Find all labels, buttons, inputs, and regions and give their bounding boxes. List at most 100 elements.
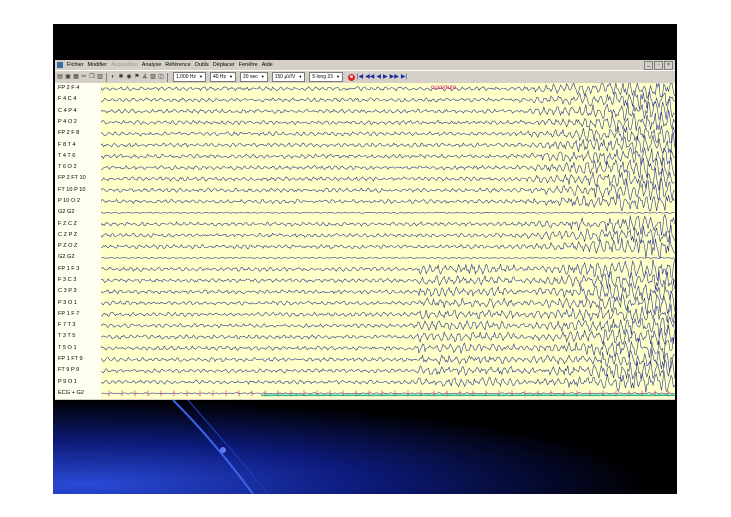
channel-label: C Z P Z	[58, 231, 78, 238]
toolbar-separator	[167, 72, 168, 82]
sensitivity-select[interactable]: 1,000 Hz ▼	[173, 72, 206, 82]
eeg-channel-trace	[101, 270, 675, 290]
toolbar-separator	[106, 72, 107, 82]
eeg-channel-trace	[101, 146, 675, 166]
chevron-down-icon: ▼	[260, 74, 265, 79]
channel-label: F Z C Z	[58, 220, 77, 227]
filter-select[interactable]: 40 Hz ▼	[209, 72, 237, 82]
event-annotation[interactable]: ouverture	[431, 85, 457, 91]
paste-icon[interactable]: ▥	[97, 74, 103, 80]
channel-label: P 9 O 1	[58, 378, 77, 385]
eeg-channel-trace	[101, 337, 675, 360]
eeg-traces[interactable]: ouverture	[101, 83, 675, 399]
play-icon[interactable]: ▶	[383, 72, 388, 82]
channel-label: T 6 O 2	[58, 164, 77, 171]
channel-label: FT 10 P 10	[58, 186, 86, 193]
marker-icon[interactable]: ⚑	[134, 74, 140, 80]
eeg-channel-trace	[101, 225, 675, 246]
first-page-icon[interactable]: |◀	[357, 72, 363, 82]
eeg-channel-trace	[101, 98, 675, 122]
channel-label: FP 1 F 3	[58, 265, 80, 272]
channel-label: C 3 P 3	[58, 288, 77, 295]
eeg-channel-trace	[101, 157, 675, 179]
eeg-channel-trace	[101, 235, 675, 259]
channel-label: FP 2 FT 10	[58, 175, 86, 182]
chevron-down-icon: ▼	[298, 74, 303, 79]
eeg-viewer-window: Fichier Modifier Acquisition Analyse Réf…	[55, 60, 675, 402]
eeg-channel-trace	[101, 358, 675, 380]
eeg-channel-trace	[101, 91, 675, 110]
fast-back-icon[interactable]: ◀◀	[365, 72, 374, 82]
eeg-channel-trace	[101, 315, 675, 338]
eeg-channel-trace	[101, 109, 675, 133]
save-icon[interactable]: ▣	[65, 74, 71, 80]
last-page-icon[interactable]: ▶|	[401, 72, 407, 82]
settings-icon[interactable]: ✱	[118, 74, 124, 80]
channel-label: P Z O Z	[58, 243, 78, 250]
montage-icon[interactable]: ◐	[110, 74, 116, 80]
back-icon[interactable]: ◀	[376, 72, 381, 82]
window-controls: _ ▫ ×	[643, 61, 673, 70]
open-icon[interactable]: ▤	[57, 74, 63, 80]
channel-label: FP 2 F 8	[58, 130, 80, 137]
eeg-channel-trace	[101, 167, 675, 191]
channel-label: FP 1 F 7	[58, 310, 80, 317]
menu-analyse[interactable]: Analyse	[142, 62, 162, 68]
eeg-channel-trace	[101, 83, 675, 100]
timebase-select[interactable]: 20 sec ▼	[240, 72, 268, 82]
chevron-down-icon: ▼	[335, 74, 340, 79]
channel-label: T 4 T 6	[58, 152, 76, 159]
eeg-channel-trace	[101, 193, 675, 212]
print-icon[interactable]: ▦	[73, 74, 79, 80]
channel-label: ECG + G2	[58, 389, 84, 396]
menu-outils[interactable]: Outils	[195, 62, 209, 68]
channel-label: T 5 O 1	[58, 344, 77, 351]
menu-aide[interactable]: Aide	[262, 62, 273, 68]
eeg-channel-trace	[101, 259, 675, 281]
cut-icon[interactable]: ✂	[81, 74, 87, 80]
menu-reference[interactable]: Référence	[165, 62, 190, 68]
zoom-icon[interactable]: ◉	[126, 74, 132, 80]
presentation-slide: Fichier Modifier Acquisition Analyse Réf…	[53, 24, 677, 494]
app-icon	[57, 62, 63, 68]
menu-bar: Fichier Modifier Acquisition Analyse Réf…	[55, 60, 675, 70]
restore-icon[interactable]: ▫	[654, 61, 663, 70]
spectrum-icon[interactable]: ▧	[150, 74, 156, 80]
channel-label-column: FP 2 F 4 F 4 C 4 C 4 P 4 P 4 O 2 FP 2 F 8 F 8…	[55, 83, 101, 399]
channel-label: P 10 O 2	[58, 198, 80, 204]
eeg-channel-trace	[101, 125, 675, 144]
slide-decoration	[53, 400, 677, 494]
chevron-down-icon: ▼	[199, 74, 203, 79]
channel-label: G2 G2	[58, 209, 75, 216]
channel-label: F 7 T 3	[58, 322, 76, 329]
menu-modifier[interactable]: Modifier	[88, 62, 108, 68]
eeg-channel-trace	[101, 303, 675, 324]
eeg-channel-trace	[101, 290, 675, 315]
menu-deplacer[interactable]: Déplacer	[213, 62, 235, 68]
toolbar: ▤ ▣ ▦ ✂ ❐ ▥ ◐ ✱ ◉ ⚑ ∡ ▧ ◫ 1,000 Hz ▼ 40 H…	[55, 70, 675, 84]
chevron-down-icon: ▼	[229, 74, 234, 79]
video-icon[interactable]: ◫	[158, 74, 164, 80]
channel-label: FP 2 F 4	[58, 85, 80, 92]
channel-label: P 4 O 2	[58, 119, 77, 125]
measure-icon[interactable]: ∡	[142, 74, 148, 80]
menu-fichier[interactable]: Fichier	[67, 62, 84, 68]
menu-acquisition[interactable]: Acquisition	[111, 62, 138, 68]
montage-select[interactable]: 5 long 23 ▼	[309, 72, 343, 82]
menu-fenetre[interactable]: Fenêtre	[239, 62, 258, 68]
minimize-icon[interactable]: _	[644, 61, 653, 70]
channel-label: FP 1 FT 9	[58, 356, 83, 362]
gain-select[interactable]: 150 µV/V ▼	[271, 72, 306, 82]
channel-label: C 4 P 4	[58, 107, 77, 114]
channel-label: FT 9 P 9	[58, 367, 80, 374]
stop-icon[interactable]: ■	[347, 73, 355, 81]
close-icon[interactable]: ×	[664, 61, 673, 70]
copy-icon[interactable]: ❐	[89, 74, 95, 80]
eeg-channel-trace	[101, 280, 675, 302]
channel-label: F 8 T 4	[58, 141, 76, 148]
channel-label: G2 G2	[58, 254, 75, 261]
eeg-trace-area[interactable]: FP 2 F 4 F 4 C 4 C 4 P 4 P 4 O 2 FP 2 F 8 F 8…	[55, 83, 675, 399]
channel-label: P 3 O 1	[58, 299, 77, 306]
fast-forward-icon[interactable]: ▶▶	[390, 72, 399, 82]
channel-label: F 3 C 3	[58, 277, 77, 283]
